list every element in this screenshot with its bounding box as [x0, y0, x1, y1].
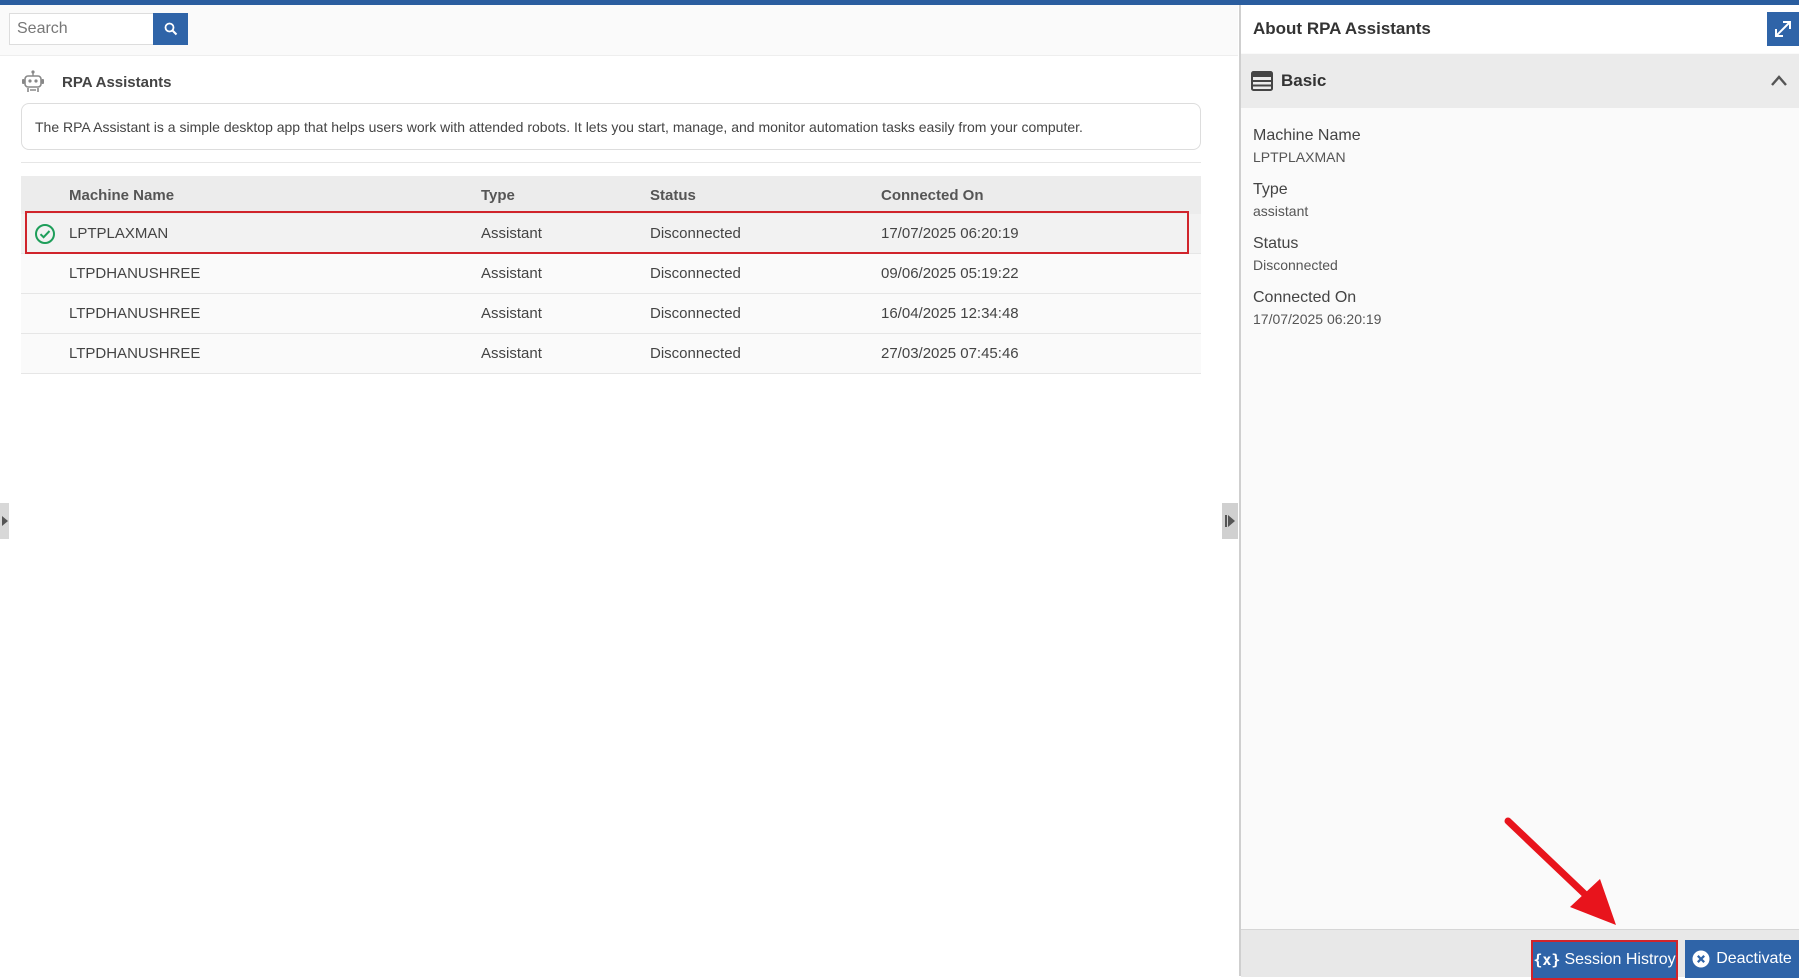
cell-type: Assistant [481, 305, 542, 322]
collapse-right-icon [1225, 515, 1235, 527]
basic-section-header[interactable]: Basic [1241, 54, 1799, 108]
search-bar [0, 5, 1238, 56]
deactivate-label: Deactivate [1716, 950, 1792, 967]
search-input[interactable] [9, 13, 153, 45]
session-history-button[interactable]: {x} Session Histroy [1531, 940, 1678, 980]
variable-icon: {x} [1533, 951, 1561, 969]
details-fields: Machine Name LPTPLAXMAN Type assistant S… [1253, 125, 1381, 341]
header-connected-on[interactable]: Connected On [881, 187, 1201, 204]
description-box: The RPA Assistant is a simple desktop ap… [21, 103, 1201, 150]
header-machine-name[interactable]: Machine Name [69, 187, 481, 204]
table-row[interactable]: LTPDHANUSHREE Assistant Disconnected 27/… [21, 334, 1201, 374]
details-footer: {x} Session Histroy Deactivate [1241, 929, 1799, 980]
details-header: About RPA Assistants [1241, 5, 1799, 53]
cell-type: Assistant [481, 225, 542, 242]
divider [21, 162, 1201, 163]
details-title: About RPA Assistants [1253, 19, 1431, 38]
header-type[interactable]: Type [481, 187, 650, 204]
field-machine-name: Machine Name LPTPLAXMAN [1253, 127, 1361, 165]
field-status: Status Disconnected [1253, 235, 1338, 273]
table-header: Machine Name Type Status Connected On [21, 176, 1201, 214]
field-type: Type assistant [1253, 181, 1309, 219]
cell-machine-name: LTPDHANUSHREE [69, 265, 201, 282]
expand-left-panel-handle[interactable] [0, 503, 9, 539]
close-circle-icon [1692, 950, 1710, 968]
section-header: RPA Assistants [20, 68, 171, 96]
robot-icon [22, 70, 44, 92]
cell-connected-on: 09/06/2025 05:19:22 [881, 265, 1019, 282]
assistants-table: Machine Name Type Status Connected On LP… [21, 176, 1201, 374]
cell-status: Disconnected [650, 225, 741, 242]
table-row[interactable]: LPTPLAXMAN Assistant Disconnected 17/07/… [21, 211, 1201, 254]
form-icon [1251, 71, 1273, 91]
search-icon [164, 22, 177, 36]
cell-status: Disconnected [650, 305, 741, 322]
assistants-list-pane: RPA Assistants The RPA Assistant is a si… [0, 5, 1238, 976]
expand-icon [1775, 21, 1791, 37]
section-title: RPA Assistants [62, 73, 172, 91]
header-status[interactable]: Status [650, 187, 881, 204]
deactivate-button[interactable]: Deactivate [1685, 940, 1799, 978]
cell-machine-name: LTPDHANUSHREE [69, 345, 201, 362]
cell-status: Disconnected [650, 265, 741, 282]
cell-connected-on: 27/03/2025 07:45:46 [881, 345, 1019, 362]
chevron-up-icon[interactable] [1769, 71, 1789, 91]
cell-machine-name: LTPDHANUSHREE [69, 305, 201, 322]
field-connected-on: Connected On 17/07/2025 06:20:19 [1253, 289, 1382, 327]
details-panel: About RPA Assistants Basic Machine Name … [1241, 5, 1799, 980]
maximize-button[interactable] [1767, 12, 1799, 46]
search-button[interactable] [153, 13, 188, 45]
cell-connected-on: 17/07/2025 06:20:19 [881, 225, 1019, 242]
collapse-details-handle[interactable] [1222, 503, 1238, 539]
basic-section-title: Basic [1281, 71, 1327, 90]
caret-right-icon [1, 516, 8, 526]
description-text: The RPA Assistant is a simple desktop ap… [35, 118, 1083, 135]
cell-machine-name: LPTPLAXMAN [69, 225, 169, 242]
table-row[interactable]: LTPDHANUSHREE Assistant Disconnected 16/… [21, 294, 1201, 334]
cell-connected-on: 16/04/2025 12:34:48 [881, 305, 1019, 322]
table-row[interactable]: LTPDHANUSHREE Assistant Disconnected 09/… [21, 254, 1201, 294]
session-history-label: Session Histroy [1564, 951, 1676, 968]
cell-status: Disconnected [650, 345, 741, 362]
check-circle-icon [35, 223, 55, 244]
cell-type: Assistant [481, 265, 542, 282]
cell-type: Assistant [481, 345, 542, 362]
